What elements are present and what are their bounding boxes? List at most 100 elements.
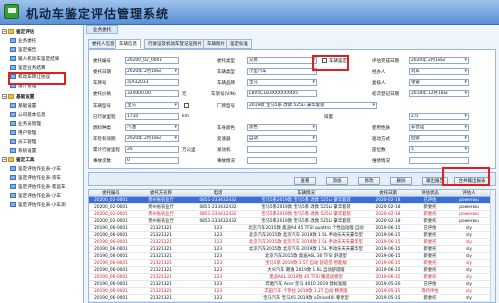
column-header-date[interactable]: 委托日期 xyxy=(365,190,411,197)
table-row[interactable]: 20190_06-0001 21321321 123 宝马5系 2019款 1.5T … xyxy=(89,260,495,267)
view-button[interactable]: 查看 xyxy=(294,177,316,185)
tree-item-0-2[interactable]: 输入机动车鉴定结果 xyxy=(0,55,83,64)
total-run-field[interactable]: 20 xyxy=(125,146,179,153)
fuel-select[interactable]: 汽油 xyxy=(125,124,179,131)
table-row[interactable]: 20190_06-0001 21321321 123 北京汽车2015款 奥迪A6L … xyxy=(89,253,495,260)
cell-name: 贵州省农业厅 xyxy=(148,205,174,210)
displacement-select[interactable]: 2.0 xyxy=(409,113,469,120)
tree-item-0-0[interactable]: 业务委托 xyxy=(0,37,83,46)
tree-item-1-4[interactable]: 员工管理 xyxy=(0,138,83,147)
tree-item-label: 鉴定评估作业表-客运车 xyxy=(18,185,66,190)
cell-car: 北京汽车2015款 奥迪A6L 30 TFSI 舒适型 xyxy=(265,254,347,259)
document-icon xyxy=(10,184,16,189)
column-header-car[interactable]: 车辆情况 xyxy=(247,190,365,197)
collapse-icon[interactable]: − xyxy=(2,157,7,162)
table-row[interactable]: 20190_06-0001 21321321 123 北京汽车2015款 北京汽车 2… xyxy=(89,239,495,246)
tree-item-1-5[interactable]: 系统设置 xyxy=(0,147,83,156)
brand-select[interactable]: 宝马 xyxy=(247,79,317,86)
accidents-field[interactable]: 0 xyxy=(125,157,179,164)
table-row[interactable]: 20200_02-0001 贵州省农业厅 0851-233432432 宝马5系201… xyxy=(89,204,495,211)
table-row[interactable]: 20200_02-0001 贵州省农业厅 0851-233432432 宝马5系201… xyxy=(89,211,495,218)
biz-type-select[interactable]: 交易 xyxy=(247,57,317,64)
column-header-name[interactable]: 委托方名称 xyxy=(133,190,189,197)
reviewer-select[interactable]: 张雷 xyxy=(409,79,469,86)
tree-group-label: 鉴定工具 xyxy=(16,158,35,163)
table-row[interactable]: 20200_02-0001 贵州省农业厅 0851-233432432 宝马5系201… xyxy=(89,218,495,225)
cell-date: 2020-02-18 xyxy=(375,219,401,224)
tab-0[interactable]: 委托人信息 xyxy=(88,39,119,49)
tab-1[interactable]: 车辆信息 xyxy=(115,39,141,49)
repair-field[interactable] xyxy=(409,157,469,164)
table-row[interactable]: 20190_06-0001 21321321 123 奥迪A6L 2019款 45 T… xyxy=(89,274,495,281)
tree-item-1-3[interactable]: 用户管理 xyxy=(0,129,83,138)
eval-date-picker[interactable]: 2020年 2月18日 xyxy=(409,57,469,64)
model-checkbox[interactable] xyxy=(184,103,189,108)
title-bar: 机动车鉴定评估管理系统 xyxy=(0,0,499,25)
drive-select[interactable]: 后驱 xyxy=(409,135,469,142)
collapse-icon[interactable]: − xyxy=(2,29,7,34)
tree-item-1-1[interactable]: 公司基本信息 xyxy=(0,111,83,120)
table-row[interactable]: 20190_06-0001 21321321 123 北京汽车2015款 北京汽车 2… xyxy=(89,232,495,239)
label-plate: 车牌号 xyxy=(93,81,107,86)
yearly-date-picker[interactable]: 2020年 2月18日 xyxy=(125,135,179,142)
table-row[interactable]: 20200_02-0001 贵州省农业厅 0851-233432432 宝马5系201… xyxy=(89,197,495,204)
tree-item-1-2[interactable]: 业务员管理 xyxy=(0,120,83,129)
cell-date: 2019-05-15 xyxy=(375,296,401,301)
vin-field[interactable]: LBV5C1B3XXXXXX405 xyxy=(247,90,317,97)
tab-business-entrust[interactable]: 业务委托 xyxy=(86,25,119,34)
tree-group-1[interactable]: − 基础设置 xyxy=(0,93,83,102)
tree-group-0[interactable]: − 鉴定评估 xyxy=(0,28,83,37)
first-reg-date-picker[interactable]: 2018年 12月18日 xyxy=(409,90,469,97)
label-accident-info: 事故情况 xyxy=(217,159,235,164)
cell-name: 21321321 xyxy=(150,275,172,280)
tree-item-2-0[interactable]: 鉴定评估作业表-小车 xyxy=(0,165,83,174)
add-button[interactable]: 添加 xyxy=(326,177,348,185)
color-select[interactable]: 黑色 xyxy=(247,124,317,131)
accident-info-field[interactable] xyxy=(247,157,317,164)
table-row[interactable]: 20190_06-0001 21321321 123 大众汽车 朗逸 2019款 1.… xyxy=(89,267,495,274)
tree-group-2[interactable]: − 鉴定工具 xyxy=(0,156,83,165)
entrust-date-picker[interactable]: 2020年 2月18日 xyxy=(125,68,179,75)
table-row[interactable]: 20190_06-0001 21321321 123 丰田汽车 卡罗拉 2019款 1… xyxy=(89,288,495,295)
seats-select[interactable]: 5 xyxy=(409,146,469,153)
column-header-no[interactable]: 委托编号 xyxy=(89,190,133,197)
table-row[interactable]: 20190_06-0001 21321321 123 宝马汽车 宝马X5 2019款 … xyxy=(89,295,495,302)
column-header-status[interactable]: 评估状态 xyxy=(411,190,449,197)
table-scrollbar[interactable] xyxy=(490,190,495,302)
delete-button[interactable]: 删除 xyxy=(390,177,412,185)
gearbox-select[interactable]: 自动 xyxy=(247,135,317,142)
tree-item-2-4[interactable]: 鉴定评估作业表-小车测 xyxy=(0,201,83,210)
model-select[interactable]: 宝马 xyxy=(125,102,179,109)
tree-item-0-1[interactable]: 鉴定报告 xyxy=(0,46,83,55)
tree-item-2-2[interactable]: 鉴定评估作业表-客运车 xyxy=(0,183,83,192)
tab-4[interactable]: 鉴定标准 xyxy=(226,39,252,49)
price-field[interactable]: 320000.00 xyxy=(125,90,179,97)
table-header: 委托编号 委托方名称 电话 车辆情况 委托日期 评估状态 评估人 xyxy=(89,190,495,197)
cell-name: 21321321 xyxy=(150,254,172,259)
cell-car: 大众汽车 朗逸 2019款 1.6L 自动舒适版 xyxy=(267,268,345,273)
edit-button[interactable]: 修改 xyxy=(358,177,380,185)
table-row[interactable]: 20190_06-0001 21321321 123 北京汽车2015款 奥迪A4 4… xyxy=(89,225,495,232)
table-row[interactable]: 20190_06-0001 21321321 123 北京汽车2015款 北京汽车 2… xyxy=(89,246,495,253)
column-header-tel[interactable]: 电话 xyxy=(189,190,247,197)
tree-item-1-0[interactable]: 基础设置 xyxy=(0,102,83,111)
factory-model-select[interactable]: 2019款 宝马5系 改款 525Li 豪华套装 xyxy=(247,102,377,109)
document-icon xyxy=(10,148,16,153)
clerk-select[interactable]: 刘军 xyxy=(409,68,469,75)
vehicle-type-select[interactable]: 小型汽车 xyxy=(247,68,317,75)
plate-field[interactable]: 京A32033 xyxy=(125,79,179,86)
cell-name: 贵州省农业厅 xyxy=(148,198,174,203)
column-header-who[interactable]: 评估人 xyxy=(449,190,489,197)
engine-field[interactable] xyxy=(247,146,317,153)
mileage-field[interactable]: 1710 xyxy=(125,113,179,120)
cell-status: 已评估 xyxy=(423,198,437,203)
collapse-icon[interactable]: − xyxy=(2,94,7,99)
tree-item-2-1[interactable]: 鉴定评估作业表-货车 xyxy=(0,174,83,183)
use-select[interactable]: 非营运 xyxy=(409,124,469,131)
tab-2[interactable]: 行驶证及机动车登记证照片 xyxy=(144,39,206,49)
label-reviewer: 复核人 xyxy=(372,81,386,86)
table-row[interactable]: 20190_06-0001 21321321 123 奔驰汽车 Acer 宝马 401… xyxy=(89,281,495,288)
tree-item-2-3[interactable]: 鉴定评估作业表-小车 xyxy=(0,192,83,201)
label-engine: 发动机 xyxy=(217,148,231,153)
entrust-no-field[interactable]: 20200_02_0001 xyxy=(125,57,179,64)
